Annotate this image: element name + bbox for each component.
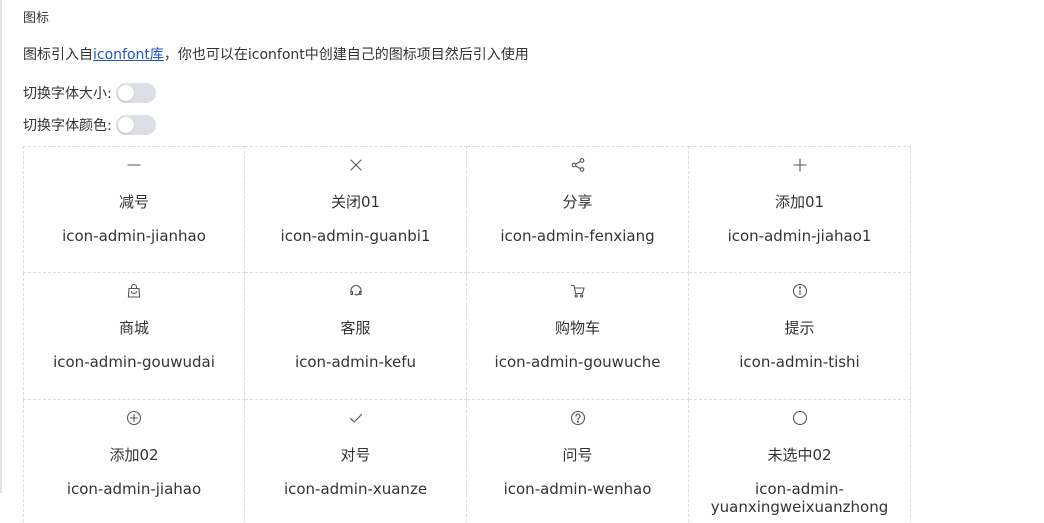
icon-name: 分享 bbox=[562, 193, 593, 211]
icon-name: 对号 bbox=[340, 446, 371, 464]
share-icon bbox=[569, 156, 587, 174]
icon-cell[interactable]: 提示 icon-admin-tishi bbox=[689, 273, 911, 400]
left-divider bbox=[0, 0, 2, 493]
circle-icon bbox=[791, 409, 809, 427]
icon-name: 添加01 bbox=[774, 193, 825, 211]
icon-cell[interactable]: 商城 icon-admin-gouwudai bbox=[23, 273, 245, 400]
icon-page: 图标 图标引入自iconfont库，你也可以在iconfont中创建自己的图标项… bbox=[0, 0, 1044, 523]
close-icon bbox=[347, 156, 365, 174]
icon-code: icon-admin-xuanze bbox=[283, 480, 428, 498]
icon-cell[interactable]: 客服 icon-admin-kefu bbox=[245, 273, 467, 400]
intro-suffix: ，你也可以在iconfont中创建自己的图标项目然后引入使用 bbox=[163, 47, 529, 63]
icon-code: icon-admin-jiahao1 bbox=[727, 227, 872, 245]
icon-code: icon-admin-fenxiang bbox=[500, 227, 655, 245]
font-size-toggle-label: 切换字体大小: bbox=[23, 86, 112, 102]
icon-cell[interactable]: 问号 icon-admin-wenhao bbox=[467, 400, 689, 523]
icon-cell[interactable]: 购物车 icon-admin-gouwuche bbox=[467, 273, 689, 400]
plus-circle-icon bbox=[125, 409, 143, 427]
cart-icon bbox=[569, 282, 587, 300]
icon-name: 购物车 bbox=[554, 319, 600, 337]
font-color-switch[interactable] bbox=[115, 115, 156, 135]
icon-code: icon-admin-gouwuche bbox=[494, 353, 661, 371]
switch-knob bbox=[117, 117, 134, 133]
check-icon bbox=[347, 409, 365, 427]
icon-name: 添加02 bbox=[109, 446, 159, 464]
icon-code: icon-admin-wenhao bbox=[503, 480, 652, 498]
icon-name: 关闭01 bbox=[330, 193, 381, 211]
icon-code: icon-admin-jianhao bbox=[62, 227, 206, 245]
icon-cell[interactable]: 关闭01 icon-admin-guanbi1 bbox=[245, 146, 467, 273]
icon-code: icon-admin-gouwudai bbox=[53, 353, 215, 371]
icon-code: icon-admin-kefu bbox=[294, 353, 417, 371]
minus-icon bbox=[125, 156, 143, 174]
icon-name: 提示 bbox=[784, 319, 815, 337]
switch-knob bbox=[117, 85, 134, 101]
section-title: 图标 bbox=[23, 11, 50, 26]
icon-code: icon-admin-jiahao bbox=[66, 480, 202, 498]
icon-cell[interactable]: 减号 icon-admin-jianhao bbox=[23, 146, 245, 273]
plus-icon bbox=[791, 156, 809, 174]
customer-service-icon bbox=[347, 282, 365, 300]
icon-code: icon-admin-yuanxingweixuanzhong bbox=[710, 480, 889, 516]
question-icon bbox=[569, 409, 587, 427]
font-color-toggle-row: 切换字体颜色: bbox=[23, 113, 156, 137]
icon-cell[interactable]: 未选中02 icon-admin-yuanxingweixuanzhong bbox=[689, 400, 911, 523]
icon-cell[interactable]: 添加02 icon-admin-jiahao bbox=[23, 400, 245, 523]
icon-name: 问号 bbox=[562, 446, 593, 464]
icon-grid: 减号 icon-admin-jianhao 关闭01 icon-admin-guanb… bbox=[23, 146, 911, 523]
icon-name: 商城 bbox=[118, 319, 149, 337]
icon-code: icon-admin-guanbi1 bbox=[280, 227, 431, 245]
icon-cell[interactable]: 添加01 icon-admin-jiahao1 bbox=[689, 146, 911, 273]
font-color-toggle-label: 切换字体颜色: bbox=[23, 118, 112, 134]
icon-cell[interactable]: 对号 icon-admin-xuanze bbox=[245, 400, 467, 523]
intro-prefix: 图标引入自 bbox=[23, 47, 93, 63]
shopping-bag-icon bbox=[125, 282, 143, 300]
intro-text: 图标引入自iconfont库，你也可以在iconfont中创建自己的图标项目然后… bbox=[23, 44, 529, 64]
icon-name: 未选中02 bbox=[767, 446, 832, 464]
icon-name: 客服 bbox=[340, 319, 371, 337]
icon-name: 减号 bbox=[118, 193, 149, 211]
font-size-switch[interactable] bbox=[115, 83, 156, 103]
iconfont-link[interactable]: iconfont库 bbox=[93, 47, 164, 63]
info-icon bbox=[791, 282, 809, 300]
icon-code: icon-admin-tishi bbox=[739, 353, 860, 371]
font-size-toggle-row: 切换字体大小: bbox=[23, 81, 156, 105]
icon-cell[interactable]: 分享 icon-admin-fenxiang bbox=[467, 146, 689, 273]
